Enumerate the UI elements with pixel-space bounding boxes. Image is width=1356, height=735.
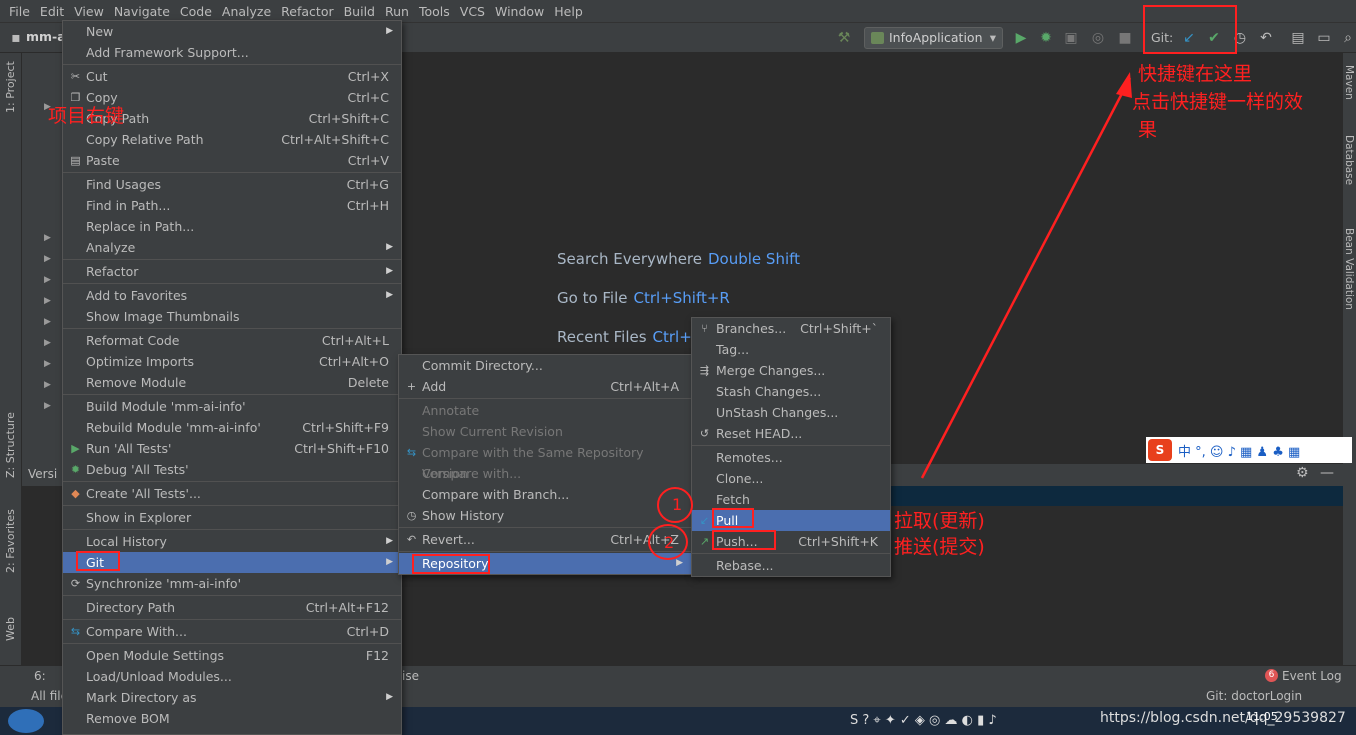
annotation-arrow — [920, 72, 1132, 479]
